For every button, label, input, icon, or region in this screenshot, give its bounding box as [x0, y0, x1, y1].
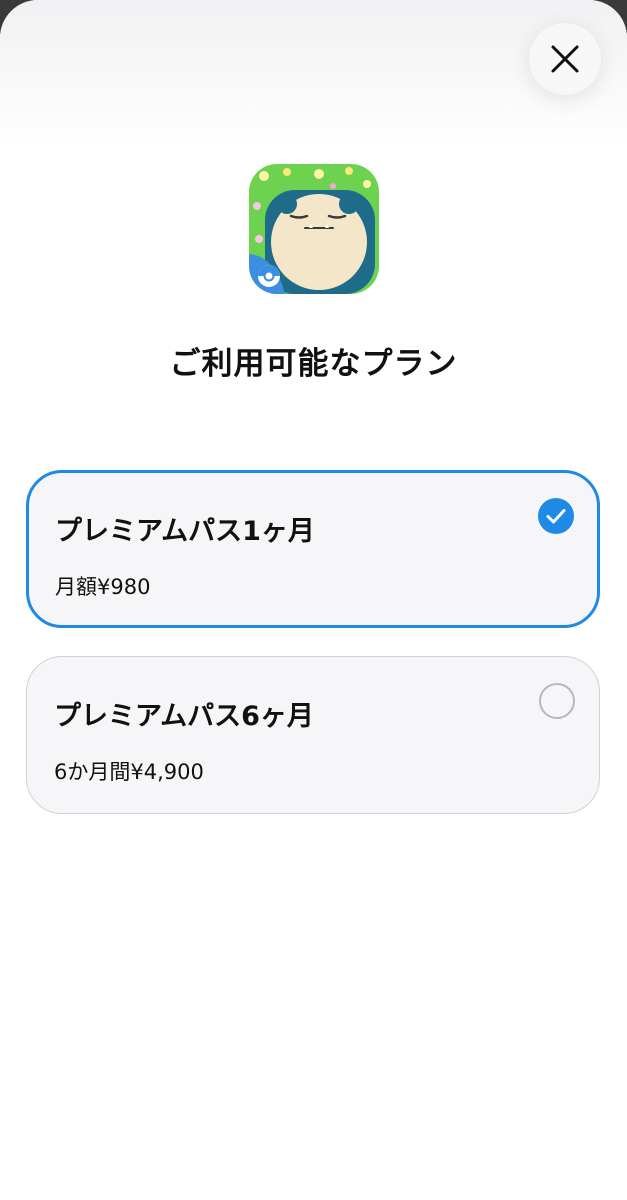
plan-name: プレミアムパス6ヶ月 — [54, 701, 314, 732]
plan-option-1-month[interactable]: プレミアムパス1ヶ月 月額¥980 — [26, 470, 600, 628]
plan-price: 6か月間¥4,900 — [54, 760, 204, 784]
plan-name: プレミアムパス1ヶ月 — [55, 516, 315, 547]
plan-sheet: ご利用可能なプラン プレミアムパス1ヶ月 月額¥980 プレミアムパス6ヶ月 6… — [0, 0, 627, 1200]
page-title: ご利用可能なプラン — [169, 346, 458, 382]
app-icon — [249, 164, 379, 294]
close-icon — [551, 45, 579, 73]
close-button[interactable] — [529, 23, 601, 95]
plan-option-6-month[interactable]: プレミアムパス6ヶ月 6か月間¥4,900 — [26, 656, 600, 814]
checkmark-circle-icon[interactable] — [538, 498, 574, 534]
empty-circle-icon[interactable] — [539, 683, 575, 719]
plan-price: 月額¥980 — [55, 575, 151, 599]
